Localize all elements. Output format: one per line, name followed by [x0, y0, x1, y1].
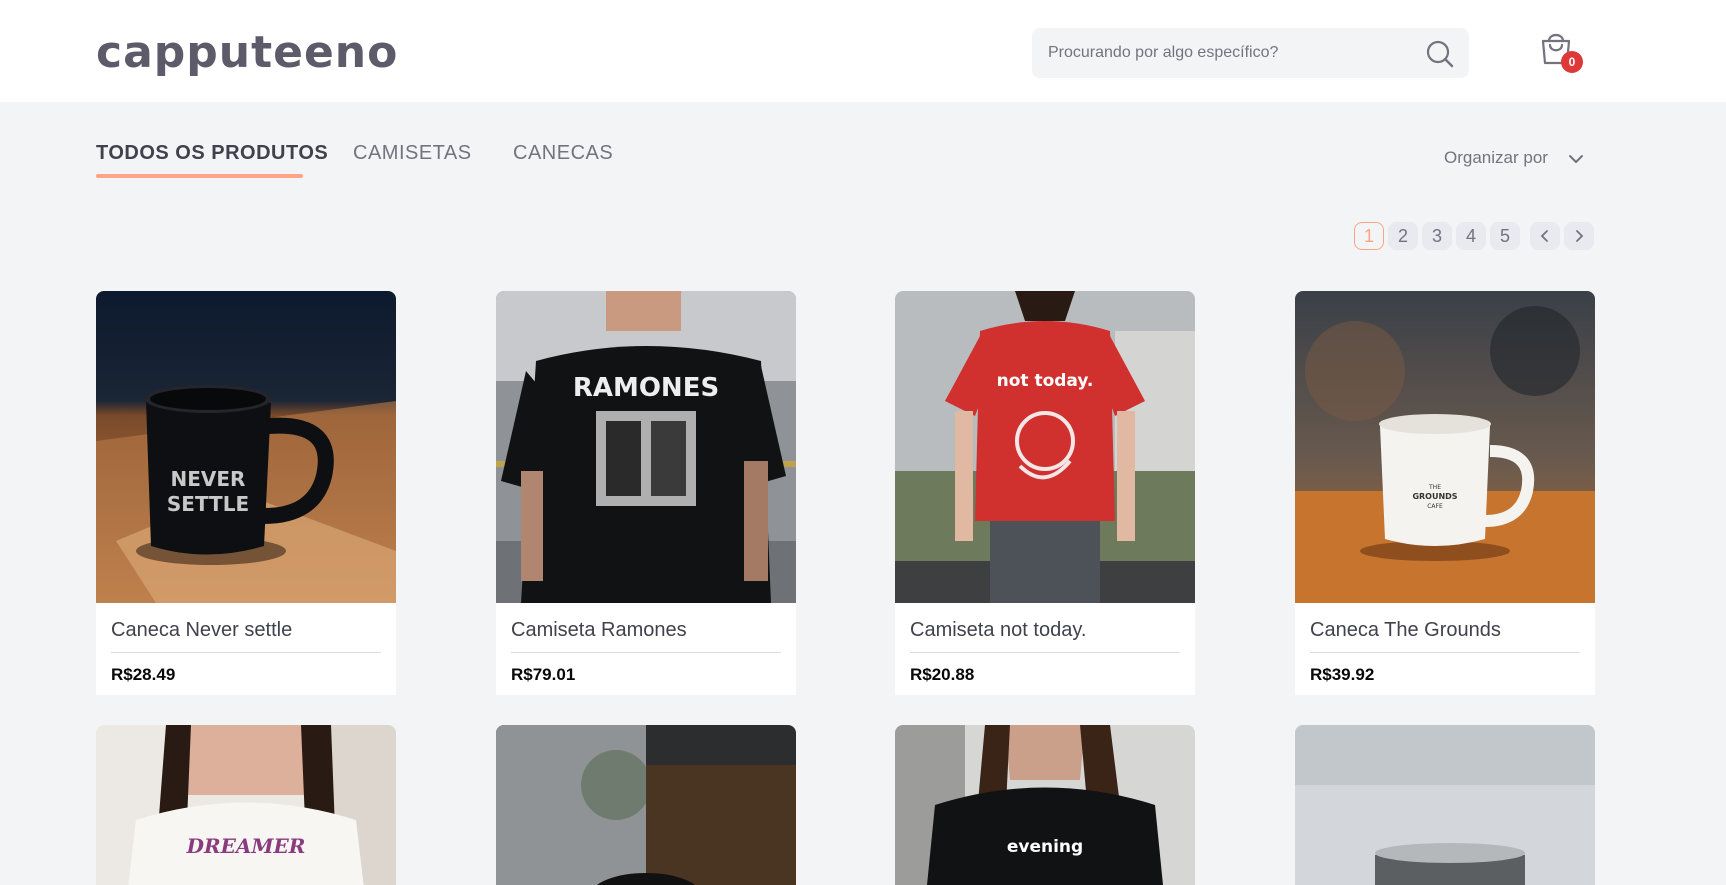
product-card[interactable]	[496, 725, 796, 885]
cart-count-badge: 0	[1561, 51, 1583, 73]
page-3-button[interactable]: 3	[1422, 222, 1452, 250]
active-tab-underline	[96, 174, 303, 178]
product-image	[496, 725, 796, 885]
logo[interactable]: capputeeno	[96, 26, 398, 80]
next-page-button[interactable]	[1564, 222, 1594, 250]
chevron-right-icon	[1576, 230, 1584, 242]
product-price: R$28.49	[111, 665, 176, 684]
product-card[interactable]	[1295, 725, 1595, 885]
chevron-down-icon[interactable]	[1566, 149, 1586, 169]
search-input[interactable]	[1048, 28, 1408, 78]
product-image: DREAMER	[96, 725, 396, 885]
product-price: R$20.88	[910, 665, 975, 684]
mug-text-never: NEVER	[171, 467, 246, 491]
mug-text-the: THE	[1428, 484, 1441, 491]
page-4-button[interactable]: 4	[1456, 222, 1486, 250]
shirt-text-not-today: not today.	[997, 371, 1094, 391]
product-price: R$79.01	[511, 665, 576, 684]
product-name: Camiseta not today.	[910, 619, 1087, 641]
product-card[interactable]: RAMONES Camiseta Ramones R$79.01	[496, 291, 796, 695]
page-5-button[interactable]: 5	[1490, 222, 1520, 250]
product-image: THE GROUNDS CAFE	[1295, 291, 1595, 603]
page-2-button[interactable]: 2	[1388, 222, 1418, 250]
divider	[910, 652, 1180, 653]
cart-button[interactable]: 0	[1536, 28, 1586, 74]
product-image: NEVER SETTLE	[96, 291, 396, 603]
shirt-text-evening: evening	[1007, 837, 1083, 857]
tab-mugs[interactable]: CANECAS	[513, 142, 613, 165]
prev-page-button[interactable]	[1530, 222, 1560, 250]
search-box	[1032, 28, 1469, 78]
product-card[interactable]: not today. Camiseta not today. R$20.88	[895, 291, 1195, 695]
product-card[interactable]: evening	[895, 725, 1195, 885]
product-image	[1295, 725, 1595, 885]
shirt-text-dreamer: DREAMER	[186, 834, 306, 858]
chevron-left-icon	[1540, 230, 1548, 242]
divider	[1310, 652, 1580, 653]
search-icon[interactable]	[1425, 39, 1455, 69]
shirt-text-ramones: RAMONES	[573, 373, 719, 403]
site-header: capputeeno 0	[0, 0, 1726, 102]
tab-shirts[interactable]: CAMISETAS	[353, 142, 472, 165]
divider	[511, 652, 781, 653]
product-image: not today.	[895, 291, 1195, 603]
product-price: R$39.92	[1310, 665, 1375, 684]
product-card[interactable]: DREAMER	[96, 725, 396, 885]
product-card[interactable]: THE GROUNDS CAFE Caneca The Grounds R$39…	[1295, 291, 1595, 695]
divider	[111, 652, 381, 653]
product-card[interactable]: NEVER SETTLE Caneca Never settle R$28.49	[96, 291, 396, 695]
product-name: Caneca Never settle	[111, 619, 293, 641]
product-image: evening	[895, 725, 1195, 885]
mug-text-cafe: CAFE	[1427, 503, 1443, 510]
mug-text-settle: SETTLE	[167, 492, 249, 516]
product-image: RAMONES	[496, 291, 796, 603]
product-name: Caneca The Grounds	[1310, 619, 1501, 641]
product-name: Camiseta Ramones	[511, 619, 687, 641]
sort-dropdown[interactable]: Organizar por	[1444, 148, 1548, 168]
page-1-button[interactable]: 1	[1354, 222, 1384, 250]
tab-all-products[interactable]: TODOS OS PRODUTOS	[96, 142, 328, 165]
mug-text-grounds: GROUNDS	[1412, 492, 1457, 501]
